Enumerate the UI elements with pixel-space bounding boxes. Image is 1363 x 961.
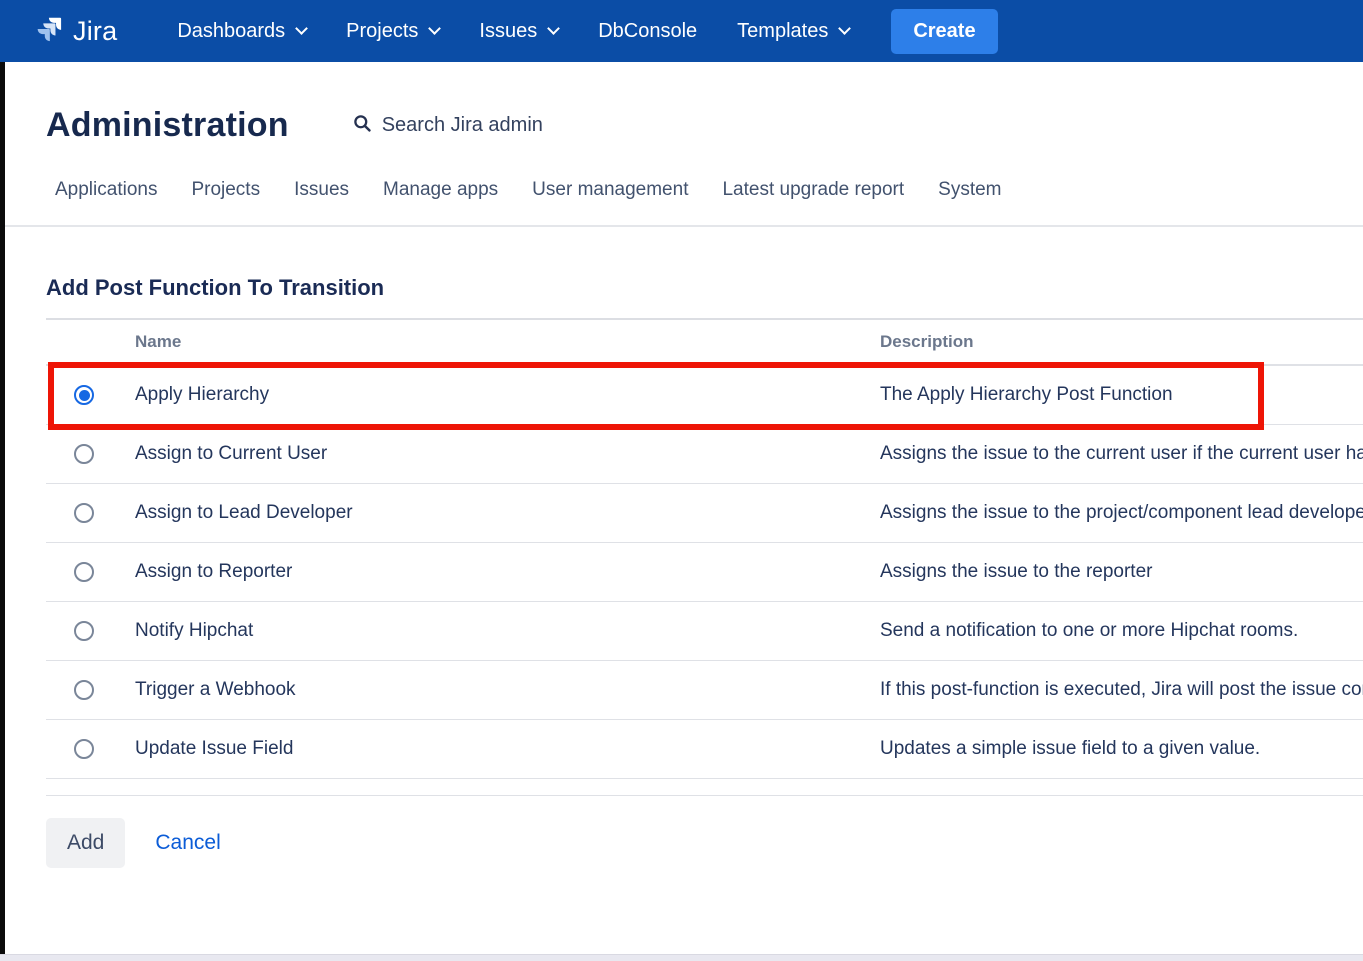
- nav-item-label: Projects: [346, 20, 418, 43]
- page-title: Administration: [46, 106, 289, 145]
- row-description: Assigns the issue to the project/compone…: [880, 502, 1363, 524]
- form-actions: Add Cancel: [46, 818, 1363, 868]
- nav-item-label: Dashboards: [177, 20, 285, 43]
- admin-tab[interactable]: System: [921, 179, 1018, 225]
- nav-item[interactable]: Dashboards: [157, 0, 326, 62]
- row-name: Update Issue Field: [135, 738, 880, 760]
- radio-cell: [46, 739, 135, 759]
- admin-tab[interactable]: Projects: [174, 179, 277, 225]
- radio-button[interactable]: [74, 503, 94, 523]
- radio-cell: [46, 385, 135, 405]
- table-row[interactable]: Assign to Reporter Assigns the issue to …: [46, 543, 1363, 602]
- main-content: Add Post Function To Transition Name Des…: [0, 227, 1363, 868]
- row-description: Assigns the issue to the reporter: [880, 561, 1363, 583]
- chevron-down-icon: [295, 22, 308, 35]
- nav-item[interactable]: DbConsole: [578, 0, 717, 62]
- admin-tab[interactable]: Manage apps: [366, 179, 515, 225]
- jira-logo-text: Jira: [73, 16, 117, 47]
- row-name: Assign to Current User: [135, 443, 880, 465]
- radio-button[interactable]: [74, 444, 94, 464]
- radio-cell: [46, 680, 135, 700]
- row-description: Assigns the issue to the current user if…: [880, 443, 1363, 465]
- nav-item-label: Issues: [479, 20, 537, 43]
- table-header-row: Name Description: [46, 320, 1363, 366]
- row-name: Assign to Lead Developer: [135, 502, 880, 524]
- table-row[interactable]: Notify Hipchat Send a notification to on…: [46, 602, 1363, 661]
- row-description: Send a notification to one or more Hipch…: [880, 620, 1363, 642]
- administration-header: Administration Search Jira admin: [0, 62, 1363, 145]
- table-row[interactable]: Trigger a Webhook If this post-function …: [46, 661, 1363, 720]
- jira-logo-icon: [34, 14, 64, 49]
- nav-items: Dashboards Projects Issues DbConsole Tem…: [157, 0, 869, 62]
- admin-tab[interactable]: Latest upgrade report: [705, 179, 921, 225]
- nav-item-label: DbConsole: [598, 20, 697, 43]
- radio-cell: [46, 503, 135, 523]
- radio-button[interactable]: [74, 621, 94, 641]
- post-function-table: Name Description Apply Hierarchy The App…: [46, 320, 1363, 779]
- post-function-table-body: Apply Hierarchy The Apply Hierarchy Post…: [46, 366, 1363, 779]
- row-name: Assign to Reporter: [135, 561, 880, 583]
- radio-button[interactable]: [74, 739, 94, 759]
- row-description: The Apply Hierarchy Post Function: [880, 384, 1363, 406]
- cancel-link[interactable]: Cancel: [155, 831, 220, 855]
- column-header-name: Name: [135, 332, 880, 352]
- table-row[interactable]: Assign to Lead Developer Assigns the iss…: [46, 484, 1363, 543]
- radio-cell: [46, 444, 135, 464]
- nav-item[interactable]: Issues: [459, 0, 578, 62]
- chevron-down-icon: [547, 22, 560, 35]
- column-header-description: Description: [880, 332, 1363, 352]
- admin-tab[interactable]: User management: [515, 179, 705, 225]
- add-button[interactable]: Add: [46, 818, 125, 868]
- search-icon: [353, 114, 372, 138]
- row-name: Trigger a Webhook: [135, 679, 880, 701]
- nav-item[interactable]: Projects: [326, 0, 459, 62]
- radio-button[interactable]: [74, 680, 94, 700]
- actions-divider: [46, 795, 1363, 796]
- jira-logo[interactable]: Jira: [34, 14, 117, 49]
- table-row[interactable]: Apply Hierarchy The Apply Hierarchy Post…: [46, 366, 1363, 425]
- row-name: Notify Hipchat: [135, 620, 880, 642]
- radio-cell: [46, 621, 135, 641]
- chevron-down-icon: [838, 22, 851, 35]
- row-name: Apply Hierarchy: [135, 384, 880, 406]
- table-row[interactable]: Update Issue Field Updates a simple issu…: [46, 720, 1363, 779]
- radio-button[interactable]: [74, 562, 94, 582]
- create-button[interactable]: Create: [891, 9, 997, 54]
- window-left-edge: [0, 62, 5, 955]
- horizontal-scrollbar[interactable]: [0, 954, 1363, 961]
- admin-search[interactable]: Search Jira admin: [353, 114, 543, 138]
- admin-tab[interactable]: Issues: [277, 179, 366, 225]
- search-admin-label: Search Jira admin: [382, 114, 543, 137]
- top-navigation-bar: Jira Dashboards Projects Issues DbConsol…: [0, 0, 1363, 62]
- radio-cell: [46, 562, 135, 582]
- table-row[interactable]: Assign to Current User Assigns the issue…: [46, 425, 1363, 484]
- admin-tab-bar: Applications Projects Issues Manage apps…: [0, 145, 1363, 227]
- chevron-down-icon: [429, 22, 442, 35]
- nav-item-label: Templates: [737, 20, 828, 43]
- section-heading: Add Post Function To Transition: [46, 275, 1363, 320]
- nav-item[interactable]: Templates: [717, 0, 869, 62]
- radio-button[interactable]: [74, 385, 94, 405]
- admin-tab[interactable]: Applications: [38, 179, 174, 225]
- row-description: Updates a simple issue field to a given …: [880, 738, 1363, 760]
- row-description: If this post-function is executed, Jira …: [880, 679, 1363, 701]
